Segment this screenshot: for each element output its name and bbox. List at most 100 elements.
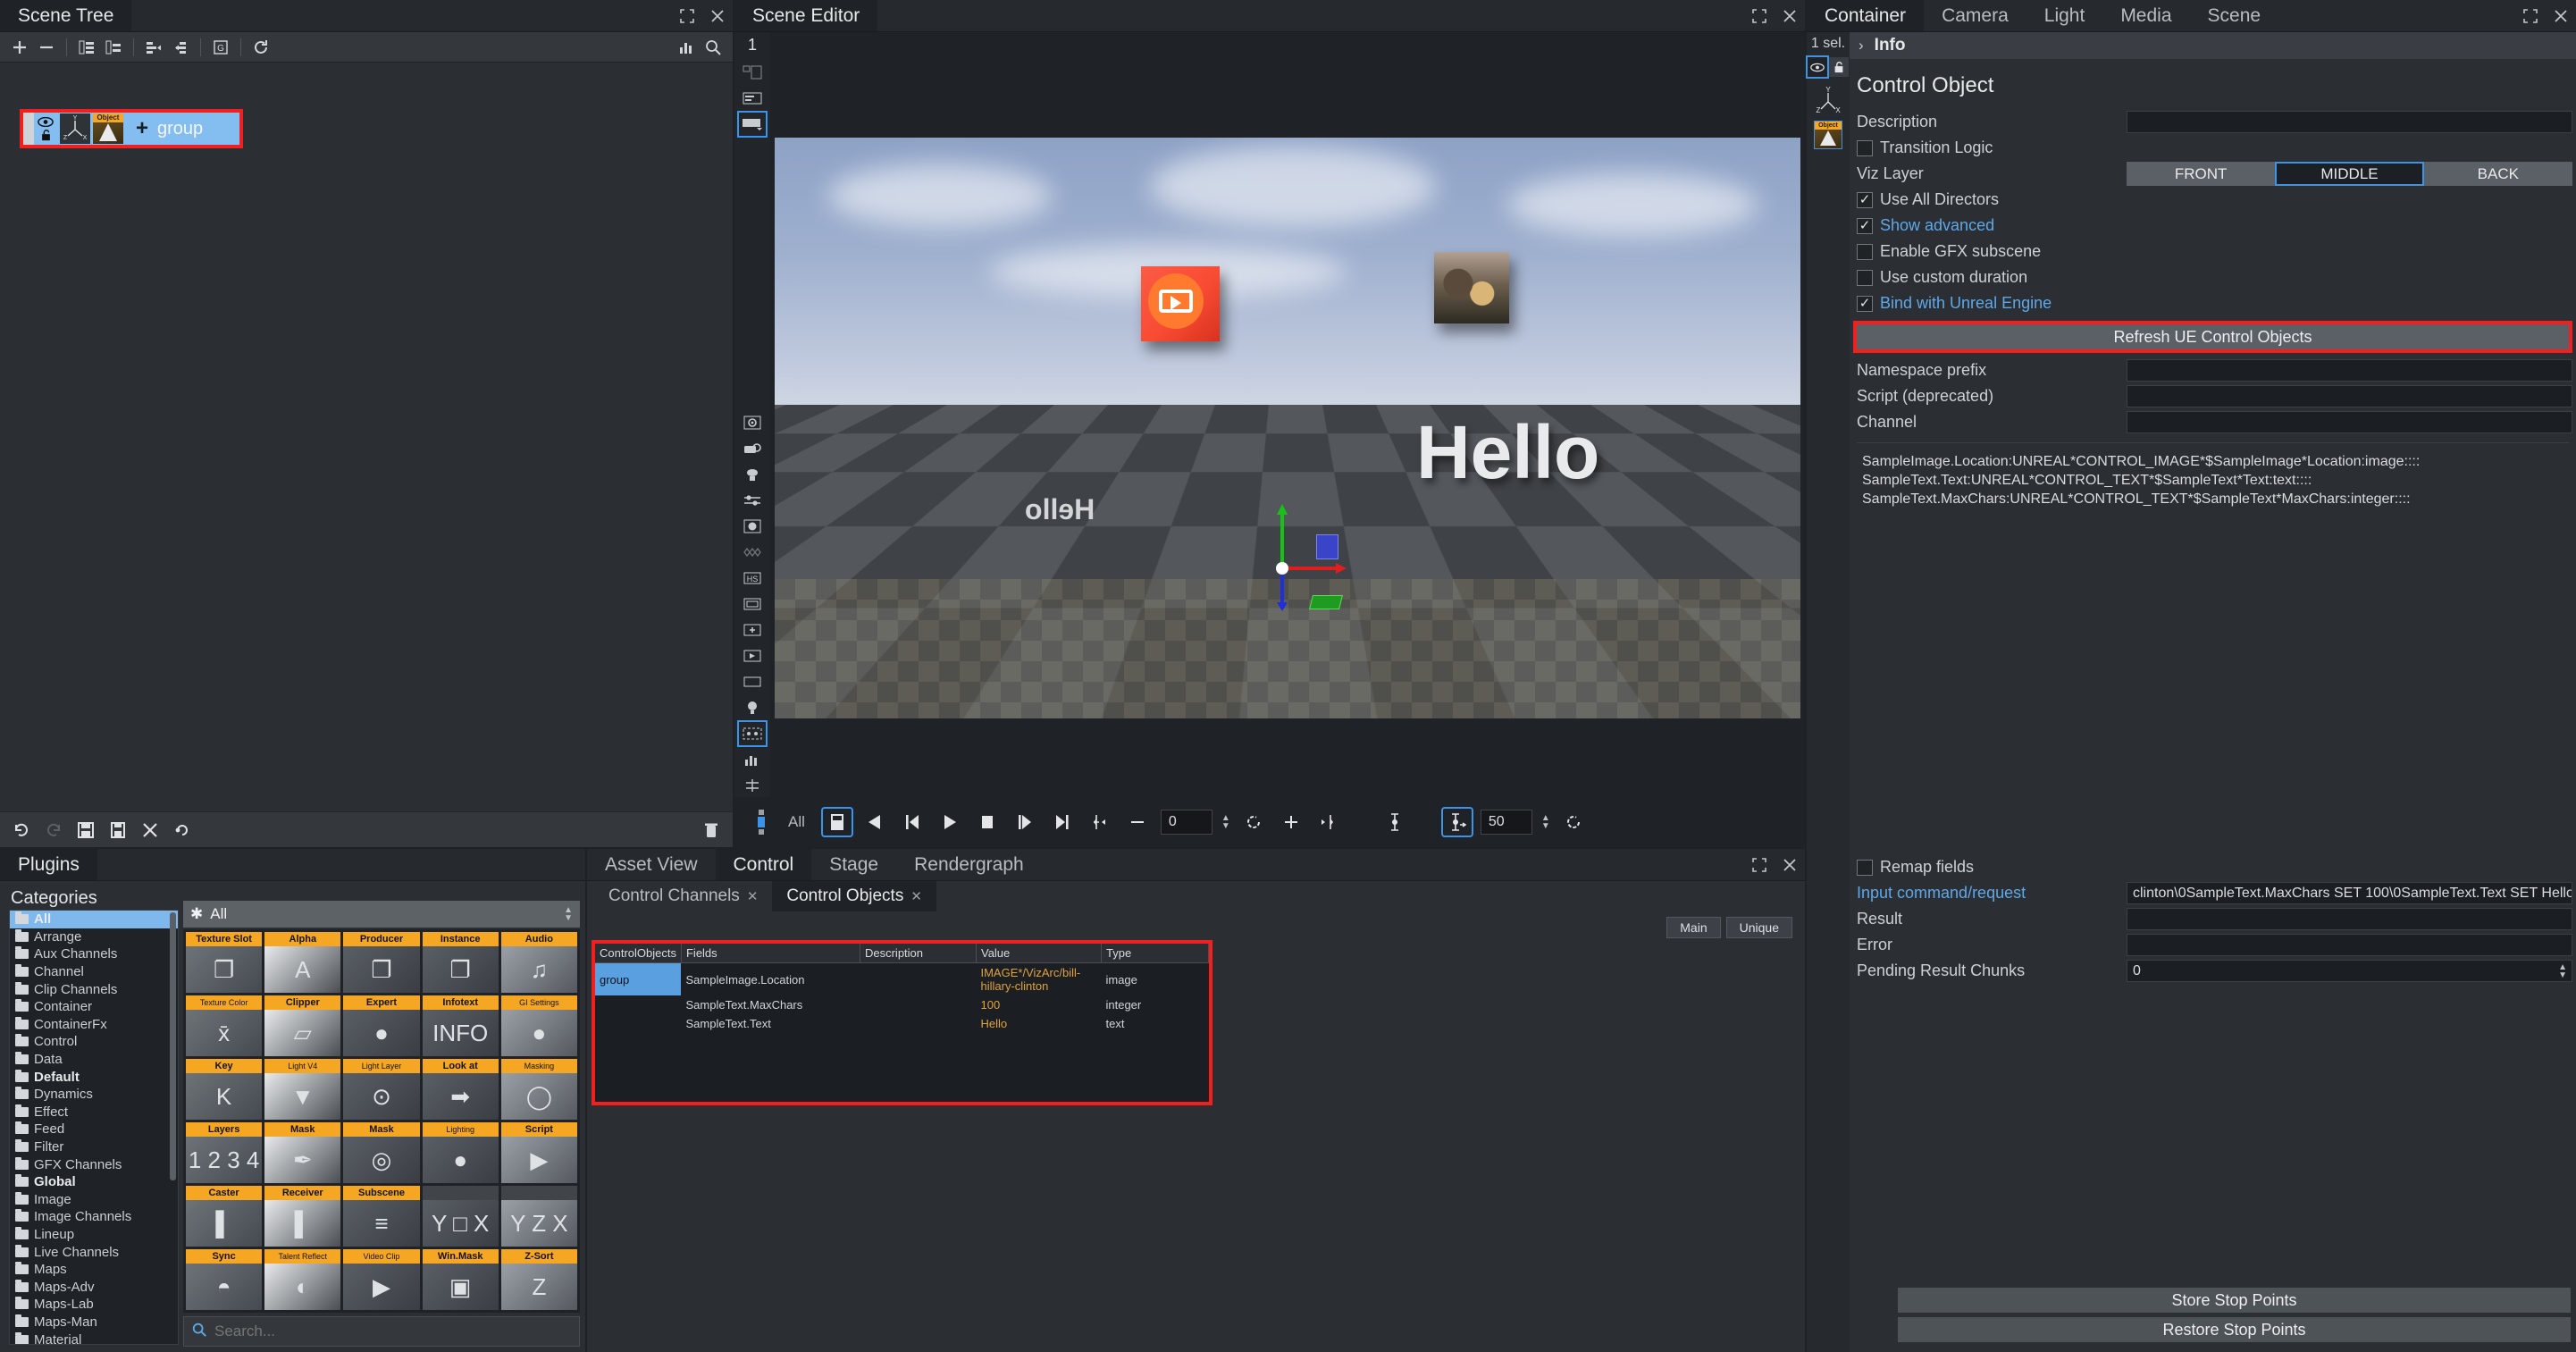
info-section-header[interactable]: › Info <box>1850 32 2576 59</box>
trash-icon[interactable] <box>699 819 724 842</box>
tab-asset-view[interactable]: Asset View <box>587 849 716 880</box>
show-advanced-checkbox[interactable]: ✓ <box>1857 217 1873 234</box>
category-item[interactable]: Global <box>10 1173 178 1191</box>
loop2-icon[interactable] <box>1559 809 1588 836</box>
bind-with-unreal-row[interactable]: ✓ Bind with Unreal Engine <box>1853 290 2572 316</box>
unlock-icon[interactable] <box>1829 57 1849 77</box>
refresh-ue-control-objects-button[interactable]: Refresh UE Control Objects <box>1857 324 2569 349</box>
subtab-control-channels[interactable]: Control Channels ✕ <box>594 881 772 911</box>
tab-plugins[interactable]: Plugins <box>0 849 97 880</box>
th-controlobjects[interactable]: ControlObjects <box>595 944 682 963</box>
cell-value[interactable]: 100 <box>976 995 1101 1014</box>
timeline-all-label[interactable]: All <box>788 813 805 831</box>
cell-field[interactable]: SampleImage.Location <box>681 963 860 996</box>
category-item[interactable]: Filter <box>10 1138 178 1156</box>
go-end-icon[interactable] <box>1048 809 1077 836</box>
pending-chunks-stepper[interactable]: ▲ ▼ <box>2558 962 2567 979</box>
prev-frame-icon[interactable] <box>898 809 927 836</box>
tree-item-group[interactable]: Y Z X Object + group <box>23 113 239 145</box>
category-item[interactable]: Image <box>10 1191 178 1209</box>
pending-result-chunks-field[interactable]: 0 ▲ ▼ <box>2127 960 2572 982</box>
camera-select-icon[interactable] <box>737 111 768 138</box>
cell-type[interactable]: image <box>1101 963 1208 996</box>
plugin-tile[interactable]: Producer ❐ <box>343 932 420 993</box>
add-frame-icon[interactable] <box>739 618 766 642</box>
minus-icon[interactable] <box>1123 809 1152 836</box>
plugin-tile[interactable]: Infotext INFO <box>422 995 499 1056</box>
th-type[interactable]: Type <box>1101 944 1210 963</box>
category-item[interactable]: Dynamics <box>10 1086 178 1104</box>
info-bar-icon[interactable] <box>739 87 766 110</box>
enable-gfx-subscene-checkbox[interactable] <box>1857 243 1873 260</box>
unique-button[interactable]: Unique <box>1725 917 1792 938</box>
tree-expand-plus[interactable]: + <box>136 116 148 141</box>
category-item[interactable]: Default <box>10 1068 178 1086</box>
tab-rendergraph[interactable]: Rendergraph <box>896 849 1042 880</box>
category-item[interactable]: Effect <box>10 1104 178 1121</box>
category-item[interactable]: Lineup <box>10 1226 178 1244</box>
tab-container[interactable]: Container <box>1807 0 1925 31</box>
bind-with-unreal-checkbox[interactable]: ✓ <box>1857 295 1873 312</box>
close-icon[interactable] <box>1775 0 1805 31</box>
plugin-tile[interactable]: Mask ✒ <box>264 1122 341 1183</box>
category-item[interactable]: GFX Channels <box>10 1155 178 1173</box>
plugin-tile-grid[interactable]: Texture Slot ❐ Alpha A Producer ❐ Instance ❐ Aud… <box>183 929 580 1313</box>
plugin-tile[interactable]: Light Layer ⊙ <box>343 1059 420 1120</box>
plugin-tile[interactable]: Win.Mask ▣ <box>422 1249 499 1310</box>
category-item[interactable]: Container <box>10 998 178 1016</box>
expand-icon[interactable] <box>1744 0 1775 31</box>
viz-layer-middle[interactable]: MIDDLE <box>2275 162 2424 186</box>
transition-logic-checkbox[interactable] <box>1857 139 1873 156</box>
plugin-tile[interactable]: Texture Slot ❐ <box>186 932 263 993</box>
refresh-icon[interactable] <box>248 36 273 59</box>
namespace-prefix-field[interactable] <box>2127 359 2572 382</box>
restore-stop-points-button[interactable]: Restore Stop Points <box>1898 1317 2571 1342</box>
plugin-tile[interactable]: Instance ❐ <box>422 932 499 993</box>
indent-right-icon[interactable] <box>141 36 166 59</box>
tab-stage[interactable]: Stage <box>811 849 896 880</box>
cell-value[interactable]: IMAGE*/VizArc/bill-hillary-clinton <box>976 963 1101 996</box>
plugin-tile[interactable]: Script ▶ <box>500 1122 577 1183</box>
th-description[interactable]: Description <box>860 944 977 963</box>
use-all-directors-row[interactable]: ✓ Use All Directors <box>1853 187 2572 213</box>
eye-icon[interactable] <box>1806 55 1829 79</box>
key-set-icon[interactable] <box>1440 807 1473 837</box>
category-item[interactable]: Feed <box>10 1121 178 1138</box>
close-icon[interactable] <box>702 0 733 31</box>
plugin-tile[interactable]: Subscene ≡ <box>343 1186 420 1247</box>
director-icon[interactable] <box>820 807 853 837</box>
plugin-tile[interactable]: Receiver ▌ <box>264 1186 341 1247</box>
target-icon[interactable] <box>739 411 766 434</box>
channel-field[interactable] <box>2127 411 2572 433</box>
group-cell[interactable]: group <box>595 962 682 995</box>
save-icon[interactable] <box>73 819 98 842</box>
plugin-tile[interactable]: Y Z X <box>500 1186 577 1247</box>
plugin-tile[interactable]: Alpha A <box>264 932 341 993</box>
grid-select-icon[interactable] <box>737 720 768 747</box>
plugin-tile[interactable]: Talent Reflect ◐ <box>264 1249 341 1310</box>
cell-field[interactable]: SampleText.Text <box>681 1014 860 1033</box>
viz-layer-back[interactable]: BACK <box>2423 162 2572 186</box>
group-icon[interactable]: G <box>208 36 233 59</box>
indent-left-icon[interactable] <box>168 36 193 59</box>
filter-stepper-icon[interactable]: ▲ ▼ <box>564 906 573 923</box>
category-item[interactable]: Material <box>10 1331 178 1344</box>
control-objects-table[interactable]: ControlObjects Fields Description Value … <box>595 944 1210 1033</box>
category-item[interactable]: All <box>10 911 178 928</box>
tab-scene[interactable]: Scene <box>2190 0 2279 31</box>
error-field[interactable] <box>2127 934 2572 956</box>
tab-scene-tree[interactable]: Scene Tree <box>0 0 132 31</box>
categories-list[interactable]: All Arrange Aux Channels Channel Clip Channe… <box>9 910 179 1345</box>
cell-type[interactable]: integer <box>1101 995 1208 1014</box>
plus-icon[interactable] <box>1277 809 1305 836</box>
th-fields[interactable]: Fields <box>681 944 860 963</box>
stop-marker-icon[interactable] <box>747 809 776 836</box>
media-cube-object[interactable] <box>1141 266 1220 341</box>
cell-description[interactable] <box>860 963 976 996</box>
plugin-tile[interactable]: Masking ◯ <box>500 1059 577 1120</box>
visibility-lock-group[interactable] <box>34 116 57 141</box>
photo-cube-object[interactable] <box>1434 252 1509 323</box>
tab-media[interactable]: Media <box>2102 0 2189 31</box>
expand-tree-icon[interactable] <box>74 36 99 59</box>
category-item[interactable]: Image Channels <box>10 1208 178 1226</box>
